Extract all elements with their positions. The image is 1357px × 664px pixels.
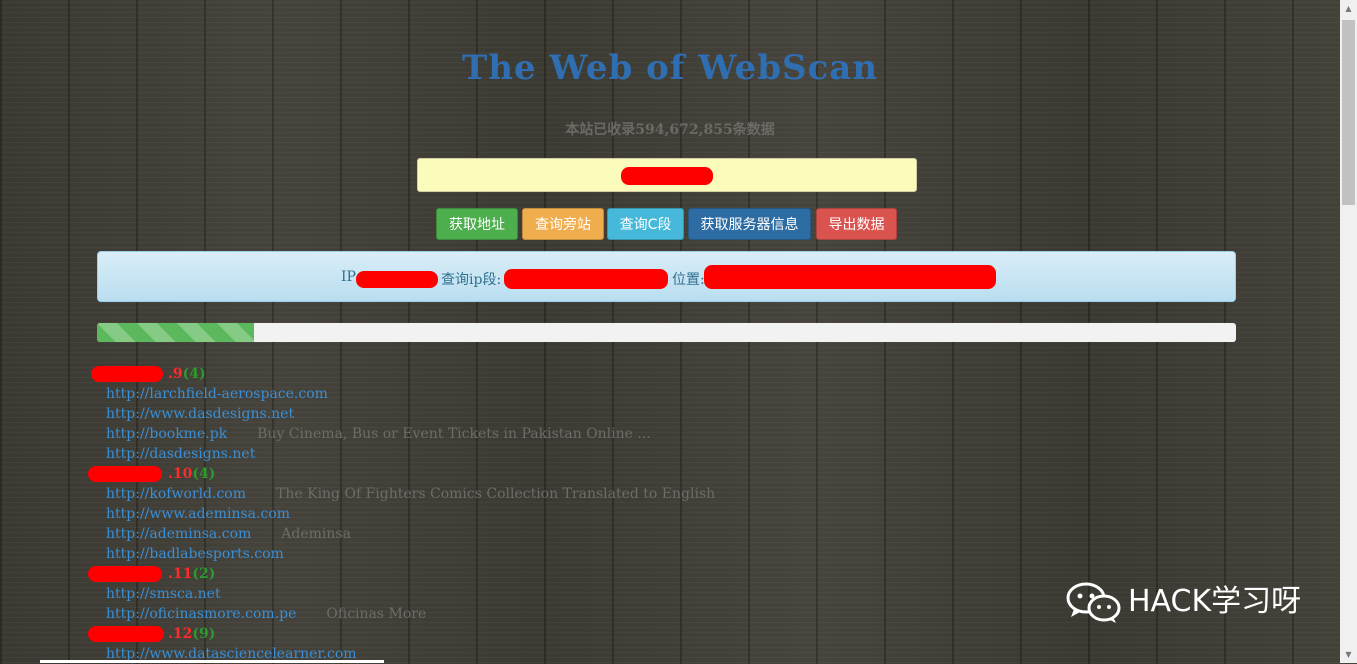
ip-label: IP bbox=[341, 269, 356, 285]
search-input[interactable] bbox=[417, 158, 917, 192]
ip-suffix: .9 bbox=[168, 366, 183, 382]
redacted-ip-prefix bbox=[88, 566, 162, 582]
query-c-segment-button[interactable]: 查询C段 bbox=[607, 208, 684, 240]
ip-group-header: .10(4) bbox=[88, 464, 990, 484]
site-link[interactable]: http://oficinasmore.com.pe bbox=[106, 606, 296, 622]
site-link[interactable]: http://bookme.pk bbox=[106, 426, 227, 442]
scrollbar[interactable]: ▲ ▼ bbox=[1340, 0, 1357, 663]
scroll-up-arrow-icon[interactable]: ▲ bbox=[1340, 0, 1357, 17]
ip-suffix: .11 bbox=[168, 566, 193, 582]
redacted-location bbox=[704, 265, 996, 289]
location-label: 位置: bbox=[672, 272, 705, 288]
site-count: (9) bbox=[192, 626, 216, 642]
site-count: (2) bbox=[192, 566, 216, 582]
site-link[interactable]: http://dasdesigns.net bbox=[106, 446, 255, 462]
scroll-down-arrow-icon[interactable]: ▼ bbox=[1340, 646, 1357, 663]
ip-suffix-wrap: .9(4) bbox=[168, 364, 206, 384]
site-description: Buy Cinema, Bus or Event Tickets in Paki… bbox=[257, 426, 651, 442]
site-link[interactable]: http://larchfield-aerospace.com bbox=[106, 386, 328, 402]
redacted-ip-prefix bbox=[91, 366, 163, 382]
segment-label: 查询ip段: bbox=[441, 272, 502, 288]
site-link[interactable]: http://badlabesports.com bbox=[106, 546, 284, 562]
export-data-button[interactable]: 导出数据 bbox=[816, 208, 897, 240]
ip-suffix-wrap: .12(9) bbox=[168, 624, 215, 644]
site-row: http://badlabesports.com bbox=[90, 544, 990, 564]
site-row: http://bookme.pk Buy Cinema, Bus or Event… bbox=[90, 424, 990, 444]
site-link[interactable]: http://www.dasdesigns.net bbox=[106, 406, 294, 422]
get-address-button[interactable]: 获取地址 bbox=[436, 208, 518, 240]
site-row: http://ademinsa.com Ademinsa bbox=[90, 524, 990, 544]
site-count: (4) bbox=[192, 466, 216, 482]
watermark-text: HACK学习呀 bbox=[1128, 584, 1302, 619]
ip-suffix-wrap: .11(2) bbox=[168, 564, 215, 584]
site-count: (4) bbox=[182, 366, 206, 382]
redacted-ip-prefix bbox=[88, 626, 164, 642]
get-server-info-button[interactable]: 获取服务器信息 bbox=[688, 208, 811, 240]
site-link[interactable]: http://ademinsa.com bbox=[106, 526, 251, 542]
redacted-ip-prefix bbox=[88, 466, 162, 482]
site-description: The King Of Fighters Comics Collection T… bbox=[276, 486, 716, 502]
site-row: http://kofworld.com The King Of Fighters … bbox=[90, 484, 990, 504]
site-description: Ademinsa bbox=[281, 526, 351, 542]
ip-suffix-wrap: .10(4) bbox=[168, 464, 215, 484]
wechat-icon bbox=[1066, 582, 1121, 623]
scroll-thumb[interactable] bbox=[1342, 20, 1355, 205]
site-row: http://www.ademinsa.com bbox=[90, 504, 990, 524]
redacted-ip bbox=[356, 271, 438, 288]
site-link[interactable]: http://kofworld.com bbox=[106, 486, 246, 502]
ip-group-header: .9(4) bbox=[90, 364, 990, 384]
redacted-segment bbox=[504, 269, 668, 289]
page-title: The Web of WebScan bbox=[461, 48, 879, 88]
ip-suffix: .10 bbox=[168, 466, 193, 482]
site-row: http://dasdesigns.net bbox=[90, 444, 990, 464]
progress-fill bbox=[97, 323, 255, 342]
site-row: http://www.dasdesigns.net bbox=[90, 404, 990, 424]
site-row: http://oficinasmore.com.pe Oficinas More bbox=[90, 604, 990, 624]
ip-group-header: .12(9) bbox=[88, 624, 990, 644]
ip-info-bar: IP 查询ip段: 位置: bbox=[97, 251, 1236, 302]
site-description: Oficinas More bbox=[326, 606, 427, 622]
site-row: http://smsca.net bbox=[90, 584, 990, 604]
ip-group-header: .11(2) bbox=[88, 564, 990, 584]
results-list: .9(4) http://larchfield-aerospace.com http… bbox=[88, 364, 990, 664]
record-count: 本站已收录594,672,855条数据 bbox=[565, 122, 775, 138]
query-sibling-sites-button[interactable]: 查询旁站 bbox=[522, 208, 604, 240]
site-row: http://larchfield-aerospace.com bbox=[90, 384, 990, 404]
redacted-query bbox=[621, 167, 713, 185]
ip-suffix: .12 bbox=[168, 626, 193, 642]
scan-progress-bar bbox=[97, 323, 1236, 342]
site-link[interactable]: http://smsca.net bbox=[106, 586, 221, 602]
site-link[interactable]: http://www.ademinsa.com bbox=[106, 506, 290, 522]
